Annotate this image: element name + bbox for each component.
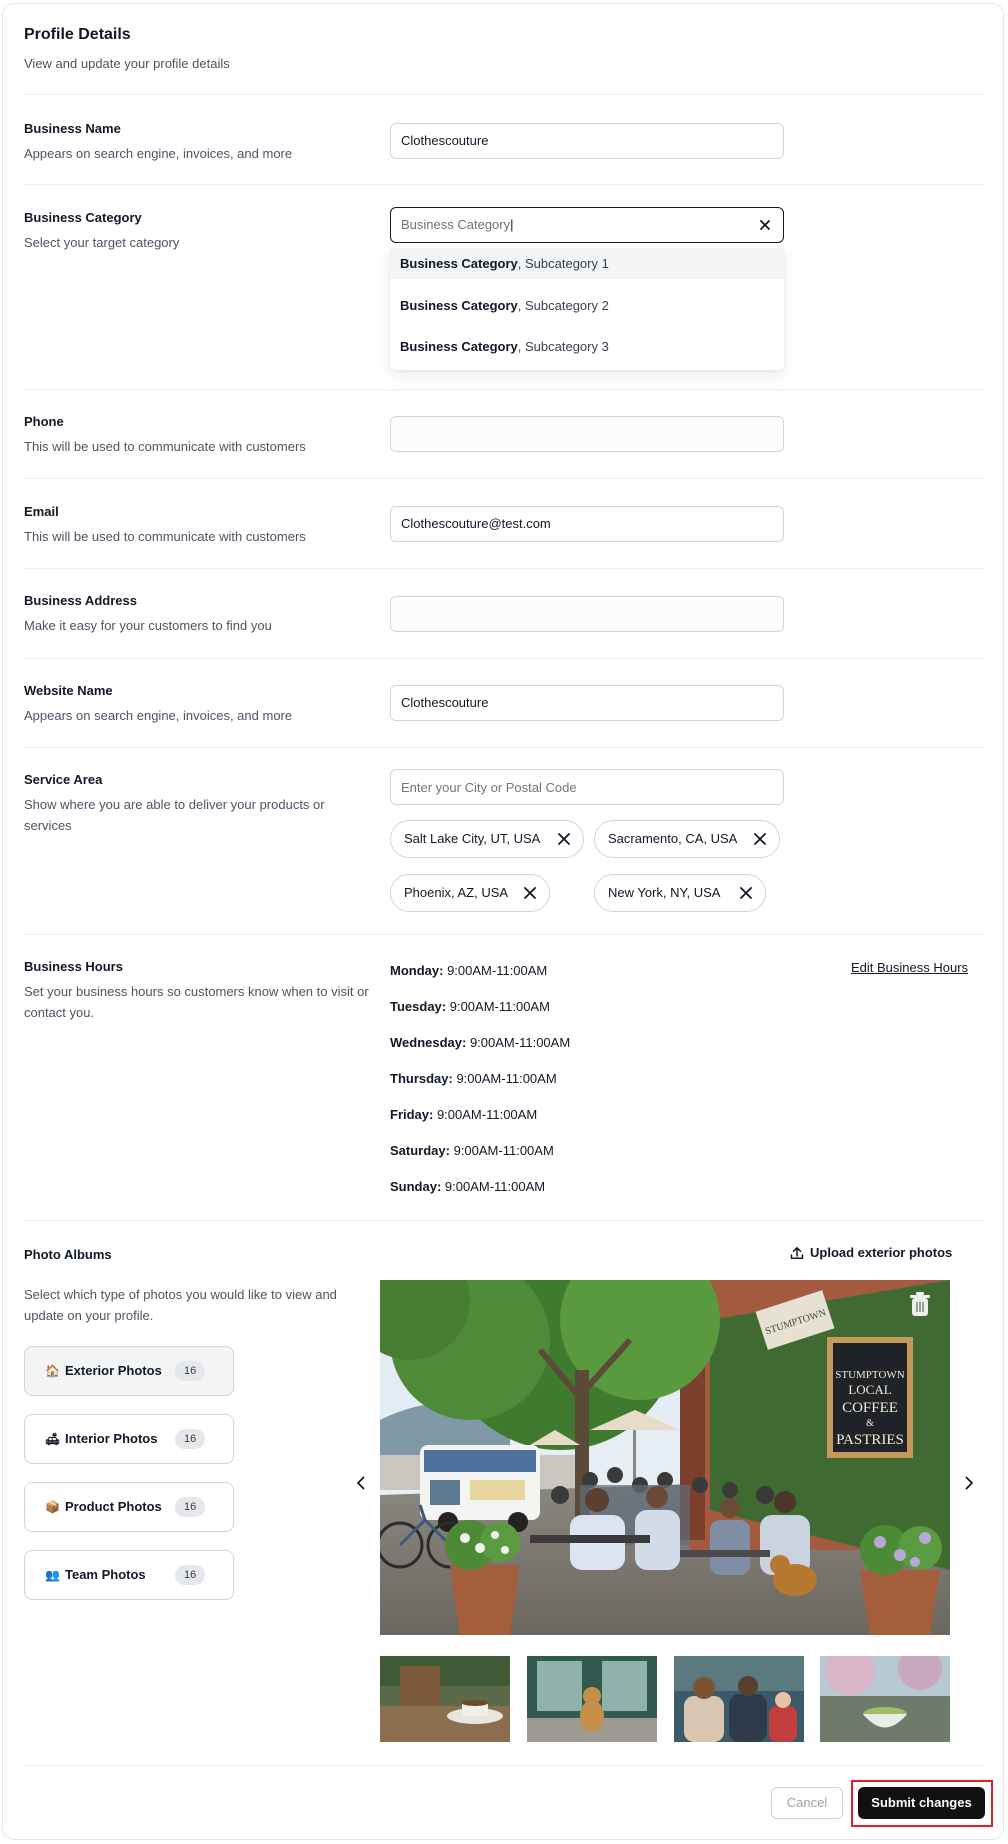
trash-icon[interactable] <box>910 1292 930 1316</box>
remove-chip-icon[interactable] <box>753 832 767 846</box>
photo-albums-label: Photo Albums <box>24 1247 112 1262</box>
album-label: Team Photos <box>65 1567 146 1582</box>
team-icon: 👥 <box>45 1568 60 1582</box>
divider <box>24 747 984 748</box>
hours-row-wednesday: Wednesday: 9:00AM-11:00AM <box>390 1035 571 1050</box>
business-address-input[interactable] <box>390 596 784 632</box>
upload-photos-button[interactable]: Upload exterior photos <box>790 1245 952 1260</box>
hours-row-tuesday: Tuesday: 9:00AM-11:00AM <box>390 999 550 1014</box>
divider <box>24 934 984 935</box>
service-area-chip: Sacramento, CA, USA <box>594 820 780 858</box>
divider <box>24 1220 984 1221</box>
album-count-badge: 16 <box>175 1497 206 1517</box>
divider <box>24 184 984 185</box>
album-count-badge: 16 <box>175 1361 206 1381</box>
couch-icon: 🛋 <box>45 1432 61 1446</box>
sign-line-1: STUMPTOWN <box>835 1369 905 1381</box>
divider <box>24 94 984 95</box>
cancel-button[interactable]: Cancel <box>771 1787 843 1819</box>
sign-line-2: LOCAL <box>848 1382 891 1397</box>
category-option-2[interactable]: Business Category, Subcategory 2 <box>390 290 784 321</box>
business-name-input[interactable]: Clothescouture <box>390 123 784 159</box>
remove-chip-icon[interactable] <box>523 886 537 900</box>
album-label: Product Photos <box>65 1499 162 1514</box>
photo-albums-help: Select which type of photos you would li… <box>24 1287 337 1323</box>
chip-label: Sacramento, CA, USA <box>608 831 738 846</box>
email-input[interactable]: Clothescouture@test.com <box>390 506 784 542</box>
business-address-label: Business Address <box>24 593 137 608</box>
remove-chip-icon[interactable] <box>557 832 571 846</box>
sign-line-3: COFFEE <box>842 1400 898 1416</box>
category-dropdown: Business Category, Subcategory 1 Busines… <box>390 246 784 370</box>
album-interior-photos[interactable]: 🛋 Interior Photos 16 <box>24 1414 234 1464</box>
album-count-badge: 16 <box>175 1565 206 1585</box>
chip-label: Salt Lake City, UT, USA <box>404 831 541 846</box>
chevron-right-icon[interactable] <box>960 1474 978 1492</box>
hours-row-thursday: Thursday: 9:00AM-11:00AM <box>390 1071 557 1086</box>
phone-label: Phone <box>24 414 64 429</box>
business-address-help: Make it easy for your customers to find … <box>24 618 272 633</box>
business-category-help: Select your target category <box>24 235 180 250</box>
service-area-chip: Phoenix, AZ, USA <box>390 874 550 912</box>
divider <box>24 389 984 390</box>
phone-input[interactable] <box>390 416 784 452</box>
service-area-chip: New York, NY, USA <box>594 874 766 912</box>
main-photo: STUMPTOWN LOCAL COFFEE & PASTRIES STUMPT… <box>380 1280 950 1635</box>
album-team-photos[interactable]: 👥 Team Photos 16 <box>24 1550 234 1600</box>
remove-chip-icon[interactable] <box>739 886 753 900</box>
page-subtitle: View and update your profile details <box>24 56 230 71</box>
hours-row-friday: Friday: 9:00AM-11:00AM <box>390 1107 538 1122</box>
website-name-help: Appears on search engine, invoices, and … <box>24 708 293 723</box>
edit-business-hours-link[interactable]: Edit Business Hours <box>851 960 968 975</box>
service-area-help: Show where you are able to deliver your … <box>24 797 325 833</box>
highlight-box <box>851 1780 993 1827</box>
album-count-badge: 16 <box>175 1429 206 1449</box>
service-area-input[interactable] <box>390 769 784 805</box>
divider <box>24 568 984 569</box>
photo-thumbnail[interactable] <box>380 1656 510 1742</box>
chip-label: New York, NY, USA <box>608 885 721 900</box>
photo-thumbnail[interactable] <box>527 1656 657 1742</box>
sign-line-4: & <box>866 1418 874 1429</box>
business-hours-help: Set your business hours so customers kno… <box>24 984 369 1020</box>
upload-photos-label: Upload exterior photos <box>810 1245 953 1260</box>
text-cursor: | <box>510 217 514 232</box>
house-icon: 🏠 <box>45 1364 60 1378</box>
divider <box>24 1765 984 1766</box>
phone-help: This will be used to communicate with cu… <box>24 439 306 454</box>
album-product-photos[interactable]: 📦 Product Photos 16 <box>24 1482 234 1532</box>
photo-thumbnail[interactable] <box>674 1656 804 1742</box>
business-name-help: Appears on search engine, invoices, and … <box>24 146 293 161</box>
business-name-label: Business Name <box>24 121 121 136</box>
sign-line-5: PASTRIES <box>836 1432 904 1448</box>
website-name-input[interactable]: Clothescouture <box>390 685 784 721</box>
service-area-label: Service Area <box>24 772 103 787</box>
hours-row-sunday: Sunday: 9:00AM-11:00AM <box>390 1179 546 1194</box>
business-category-input-text: Business Category <box>401 217 511 232</box>
upload-icon <box>790 1247 804 1260</box>
box-icon: 📦 <box>45 1500 60 1514</box>
category-option-1[interactable]: Business Category, Subcategory 1 <box>390 248 784 279</box>
category-option-3[interactable]: Business Category, Subcategory 3 <box>390 331 784 362</box>
website-name-label: Website Name <box>24 683 113 698</box>
hours-row-saturday: Saturday: 9:00AM-11:00AM <box>390 1143 554 1158</box>
business-category-input[interactable]: Business Category| <box>390 207 784 243</box>
album-label: Exterior Photos <box>65 1363 162 1378</box>
email-label: Email <box>24 504 59 519</box>
clear-icon[interactable] <box>759 219 771 231</box>
album-exterior-photos[interactable]: 🏠 Exterior Photos 16 <box>24 1346 234 1396</box>
service-area-chip: Salt Lake City, UT, USA <box>390 820 584 858</box>
album-label: Interior Photos <box>65 1431 158 1446</box>
page-title: Profile Details <box>24 26 131 43</box>
business-category-label: Business Category <box>24 210 142 225</box>
divider <box>24 478 984 479</box>
hours-row-monday: Monday: 9:00AM-11:00AM <box>390 963 548 978</box>
divider <box>24 658 984 659</box>
chevron-left-icon[interactable] <box>352 1474 370 1492</box>
chip-label: Phoenix, AZ, USA <box>404 885 509 900</box>
business-hours-label: Business Hours <box>24 959 123 974</box>
photo-thumbnail[interactable] <box>820 1656 950 1742</box>
email-help: This will be used to communicate with cu… <box>24 529 306 544</box>
